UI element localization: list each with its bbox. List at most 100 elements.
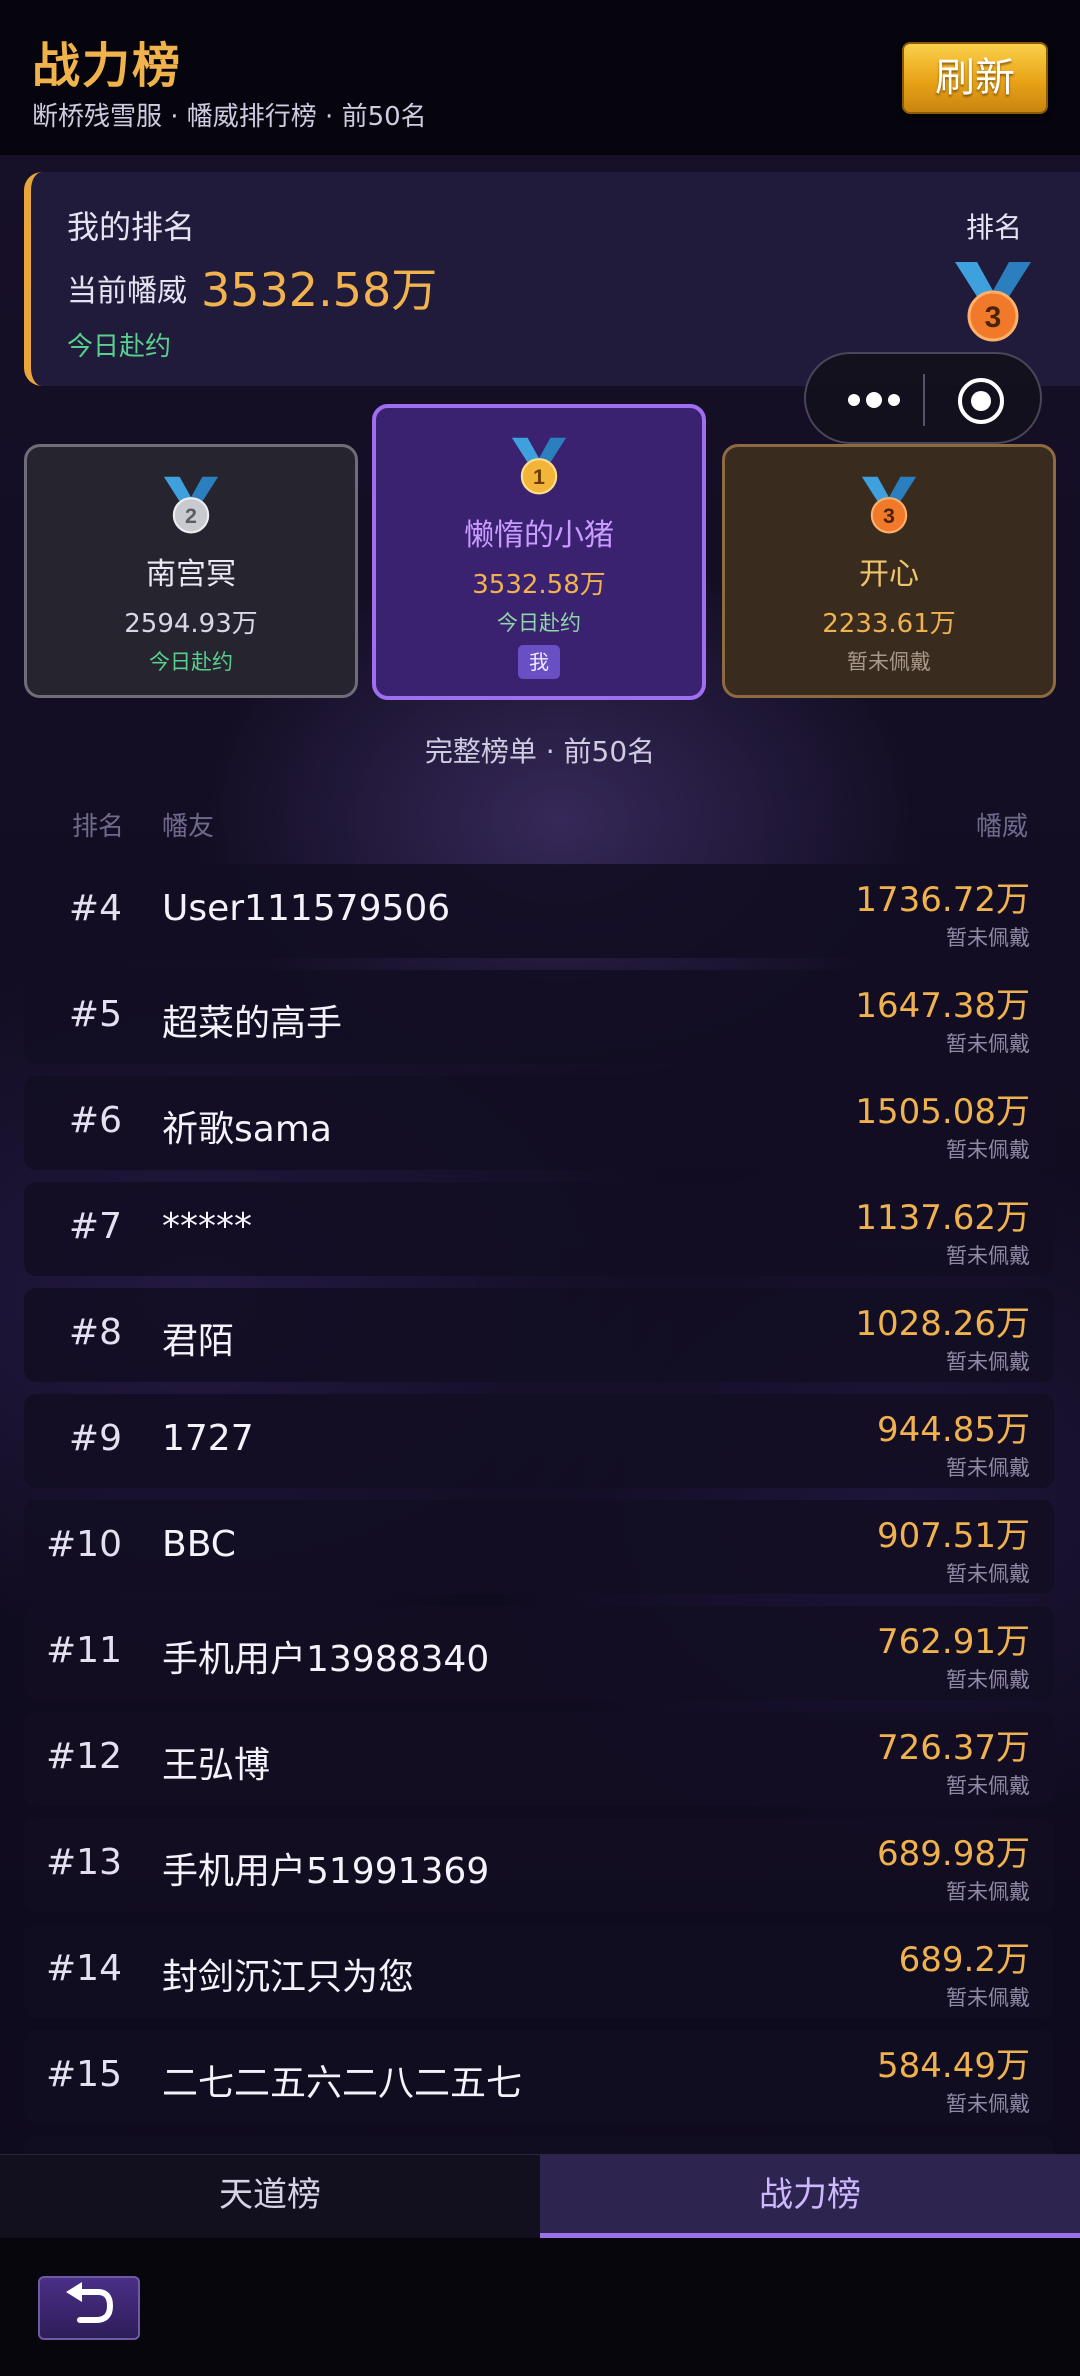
svg-text:3: 3 (985, 301, 1002, 334)
row-status: 暂未佩戴 (946, 926, 1030, 950)
row-status: 暂未佩戴 (946, 1986, 1030, 2010)
table-row[interactable]: #6 祈歌sama 1505.08万 暂未佩戴 (24, 1076, 1054, 1170)
row-name: 超菜的高手 (162, 1003, 343, 1044)
medal-icon: 1 (511, 437, 567, 495)
row-status: 暂未佩戴 (946, 1668, 1030, 1692)
table-row[interactable]: #14 封剑沉江只为您 689.2万暂未佩戴 (24, 1924, 1054, 2018)
table-row[interactable]: #15 二七二五六二八二五七 584.49万暂未佩戴 (24, 2030, 1054, 2124)
podium-status: 暂未佩戴 (847, 650, 931, 674)
row-status: 暂未佩戴 (946, 1880, 1030, 1904)
row-status: 暂未佩戴 (946, 1032, 1030, 1056)
tab-tiandao[interactable]: 天道榜 (0, 2155, 540, 2239)
tab-bar: 天道榜 战力榜 (0, 2154, 1080, 2239)
row-rank: #4 (68, 888, 122, 929)
row-power: 1736.72万 (855, 880, 1030, 920)
page-subtitle: 断桥残雪服 · 幡威排行榜 · 前50名 (32, 102, 427, 132)
tab-power[interactable]: 战力榜 (540, 2155, 1080, 2239)
back-button[interactable] (38, 2276, 140, 2340)
my-status: 今日赴约 (67, 332, 172, 362)
podium-name: 懒惰的小猪 (464, 518, 614, 553)
row-status: 暂未佩戴 (946, 1350, 1030, 1374)
row-name: ***** (162, 1206, 252, 1247)
column-rank: 排名 (72, 812, 125, 842)
me-badge: 我 (518, 645, 560, 679)
svg-text:3: 3 (883, 504, 895, 528)
miniprogram-capsule (804, 352, 1042, 444)
row-rank: #15 (46, 2054, 122, 2095)
refresh-button[interactable]: 刷新 (902, 42, 1048, 114)
table-row[interactable]: #12 王弘博 726.37万暂未佩戴 (24, 1712, 1054, 1806)
row-power: 562.35万 (877, 2144, 1030, 2154)
more-dots-icon[interactable] (834, 382, 914, 418)
row-name: BBC (162, 1524, 236, 1565)
medal-icon: 3 (861, 476, 917, 534)
back-arrow-icon (66, 2282, 114, 2323)
my-power-value: 3532.58万 (201, 263, 438, 317)
column-power: 幡威 (975, 812, 1028, 842)
row-rank: #10 (46, 1524, 122, 1565)
row-status: 暂未佩戴 (946, 1456, 1030, 1480)
podium-status: 今日赴约 (497, 611, 581, 635)
row-status: 暂未佩戴 (946, 1774, 1030, 1798)
table-row[interactable]: #10 BBC 907.51万暂未佩戴 (24, 1500, 1054, 1594)
table-row[interactable]: #5 超菜的高手 1647.38万暂未佩戴 (24, 970, 1054, 1064)
row-power: 1028.26万 (855, 1304, 1030, 1344)
list-caption: 完整榜单 · 前50名 (424, 735, 656, 768)
row-power: 689.2万 (898, 1940, 1030, 1980)
podium-second[interactable]: 2 南宫冥 2594.93万 今日赴约 (24, 444, 358, 698)
svg-text:1: 1 (533, 465, 545, 489)
medal-icon: 2 (163, 476, 219, 534)
row-name: 手机用户13988340 (162, 1639, 490, 1680)
table-row[interactable]: #11 手机用户13988340 762.91万暂未佩戴 (24, 1606, 1054, 1700)
podium-name: 开心 (859, 557, 919, 592)
row-name: 二七二五六二八二五七 (162, 2063, 523, 2104)
rank-list[interactable]: #4 User111579506 1736.72万暂未佩戴 #5 超菜的高手 1647.3… (24, 864, 1054, 2154)
row-status: 暂未佩戴 (946, 1244, 1030, 1268)
row-power: 762.91万 (877, 1622, 1030, 1662)
my-rank-label: 我的排名 (67, 208, 196, 246)
bottom-bar (0, 2238, 1080, 2376)
table-row[interactable]: #16562.35万 (24, 2136, 1054, 2154)
target-close-icon[interactable] (956, 376, 1006, 426)
header: 战力榜 断桥残雪服 · 幡威排行榜 · 前50名 刷新 (0, 0, 1080, 155)
row-name: 王弘博 (162, 1745, 271, 1786)
row-power: 907.51万 (877, 1516, 1030, 1556)
row-power: 1505.08万 (855, 1092, 1030, 1132)
my-rank-column-label: 排名 (966, 211, 1023, 244)
row-rank: #11 (46, 1630, 122, 1671)
row-power: 1137.62万 (855, 1198, 1030, 1238)
row-name: 封剑沉江只为您 (162, 1957, 415, 1998)
row-power: 689.98万 (877, 1834, 1030, 1874)
row-status: 暂未佩戴 (946, 1138, 1030, 1162)
row-power: 944.85万 (877, 1410, 1030, 1450)
table-row[interactable]: #9 1727 944.85万暂未佩戴 (24, 1394, 1054, 1488)
row-rank: #7 (68, 1206, 122, 1247)
row-power: 726.37万 (877, 1728, 1030, 1768)
row-power: 1647.38万 (855, 986, 1030, 1026)
row-rank: #13 (46, 1842, 122, 1883)
podium-first[interactable]: 1 懒惰的小猪 3532.58万 今日赴约 我 (372, 404, 706, 700)
table-row[interactable]: #8 君陌 1028.26万 暂未佩戴 (24, 1288, 1054, 1382)
row-name: 1727 (162, 1418, 254, 1459)
podium-name: 南宫冥 (146, 557, 236, 592)
page-title: 战力榜 (32, 38, 183, 94)
row-name: 祈歌sama (162, 1109, 332, 1150)
row-status: 暂未佩戴 (946, 2092, 1030, 2116)
podium-power: 2594.93万 (124, 609, 258, 639)
row-status: 暂未佩戴 (946, 1562, 1030, 1586)
my-power-label: 当前幡威 (67, 274, 187, 309)
row-rank: #8 (68, 1312, 122, 1353)
podium-power: 3532.58万 (472, 570, 606, 600)
table-row[interactable]: #13 手机用户51991369 689.98万 暂未佩戴 (24, 1818, 1054, 1912)
capsule-divider (923, 374, 925, 426)
row-name: User111579506 (162, 888, 451, 929)
row-rank: #12 (46, 1736, 122, 1777)
podium-power: 2233.61万 (822, 609, 956, 639)
row-rank: #9 (68, 1418, 122, 1459)
row-power: 584.49万 (877, 2046, 1030, 2086)
podium-third[interactable]: 3 开心 2233.61万 暂未佩戴 (722, 444, 1056, 698)
row-rank: #5 (68, 994, 122, 1035)
table-row[interactable]: #4 User111579506 1736.72万暂未佩戴 (24, 864, 1054, 958)
table-row[interactable]: #7 ***** 1137.62万暂未佩戴 (24, 1182, 1054, 1276)
row-rank: #14 (46, 1948, 122, 1989)
